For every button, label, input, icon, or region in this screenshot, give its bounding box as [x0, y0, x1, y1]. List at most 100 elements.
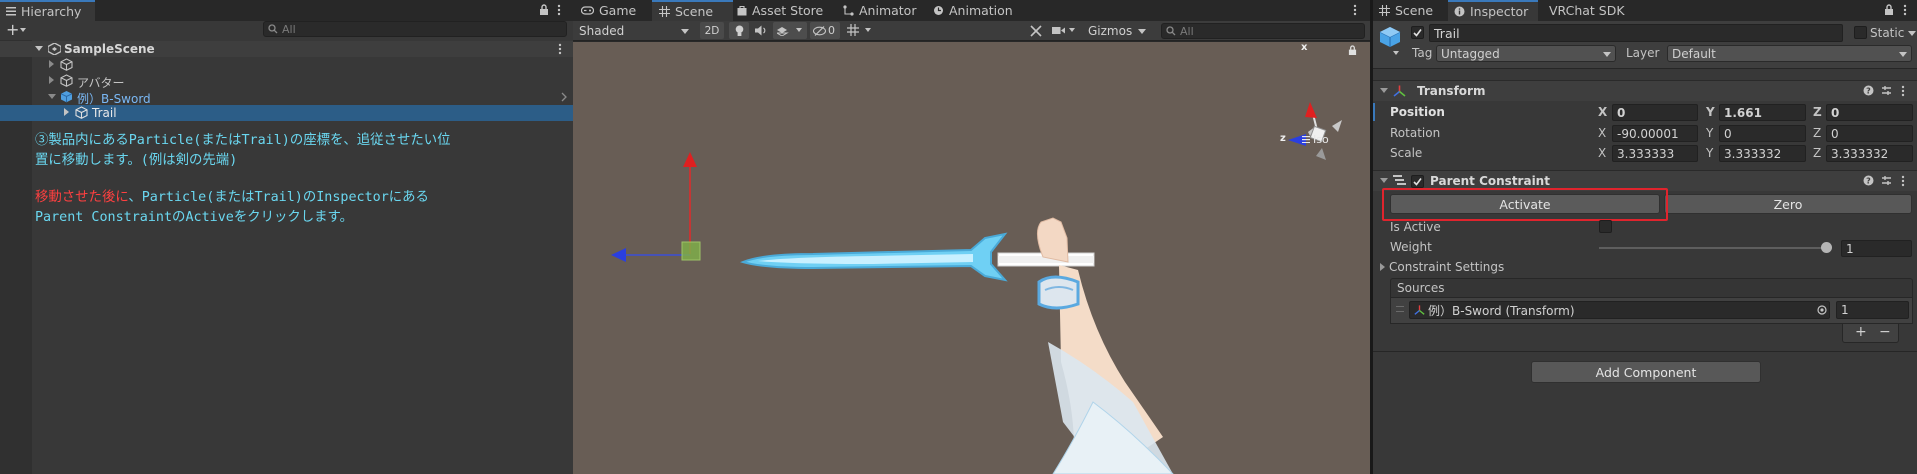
more-menu-icon[interactable] — [1901, 85, 1905, 97]
rotation-y-field[interactable]: 0 — [1719, 125, 1806, 142]
weight-slider[interactable] — [1599, 242, 1832, 253]
lighting-toggle[interactable] — [729, 22, 749, 39]
audio-toggle[interactable] — [751, 22, 771, 39]
tab-scene-right[interactable]: Scene — [1379, 0, 1433, 21]
instruction-line-3: 移動させた後に、Particle(またはTrail)のInspectorにある — [35, 188, 429, 208]
more-menu-icon[interactable] — [1353, 4, 1357, 16]
source-drag-handle[interactable] — [1396, 306, 1404, 312]
tab-game[interactable]: Game — [581, 0, 636, 21]
tab-asset-store[interactable]: Asset Store — [737, 0, 823, 21]
hierarchy-tabbar: Hierarchy — [0, 0, 573, 21]
zero-button[interactable]: Zero — [1664, 194, 1912, 214]
hierarchy-item-b-sword[interactable]: 例）B-Sword — [0, 89, 573, 106]
hierarchy-item-empty[interactable] — [0, 57, 573, 73]
position-y-field[interactable]: 1.661 — [1719, 104, 1806, 121]
projection-toggle[interactable]: Iso — [1302, 133, 1329, 146]
scene-viewport[interactable]: x z Iso — [573, 42, 1370, 474]
dropdown-arrow-icon — [865, 28, 871, 32]
shading-mode-label: Shaded — [579, 23, 625, 38]
weight-field[interactable]: 1 — [1841, 240, 1912, 257]
tab-hierarchy-label: Hierarchy — [21, 4, 82, 19]
object-name-field[interactable]: Trail — [1429, 24, 1843, 42]
source-weight-field[interactable]: 1 — [1836, 301, 1909, 319]
rotation-label: Rotation — [1390, 126, 1441, 140]
transform-header[interactable]: Transform ? — [1373, 80, 1917, 101]
inspector-tabbar: Scene Inspector VRChat SDK — [1373, 0, 1917, 21]
scale-y-field[interactable]: 3.333332 — [1719, 145, 1806, 162]
camera-dropdown[interactable] — [1050, 22, 1080, 39]
hierarchy-add-button[interactable]: + — [6, 20, 32, 39]
tab-animation[interactable]: Animation — [933, 0, 1013, 21]
effects-dropdown[interactable] — [773, 22, 807, 39]
scale-x-value: 3.333333 — [1617, 146, 1675, 161]
source-name: 例）B-Sword (Transform) — [1428, 303, 1575, 318]
add-component-button[interactable]: Add Component — [1531, 361, 1761, 383]
more-menu-icon[interactable] — [1903, 4, 1907, 16]
static-dropdown[interactable]: Static — [1870, 24, 1917, 42]
rotation-x-field[interactable]: -90.00001 — [1612, 125, 1698, 142]
tab-vrchat-sdk[interactable]: VRChat SDK — [1549, 0, 1625, 21]
scene-row[interactable]: SampleScene — [0, 41, 573, 57]
source-object-field[interactable]: 例）B-Sword (Transform) — [1409, 301, 1830, 319]
expand-arrow-icon — [35, 46, 43, 51]
icon-dropdown-arrow-icon[interactable] — [1393, 51, 1399, 55]
help-icon[interactable]: ? — [1863, 175, 1874, 186]
tools-button[interactable] — [1026, 22, 1046, 39]
lock-icon[interactable] — [539, 4, 549, 16]
collapsed-arrow-icon — [49, 60, 54, 68]
is-active-label: Is Active — [1390, 220, 1441, 234]
position-x-field[interactable]: 0 — [1612, 104, 1698, 121]
dropdown-arrow-icon — [681, 29, 689, 34]
preset-icon[interactable] — [1881, 85, 1892, 96]
position-y-axis: Y — [1706, 105, 1715, 119]
preset-icon[interactable] — [1881, 175, 1892, 186]
scale-x-field[interactable]: 3.333333 — [1612, 145, 1698, 162]
scene-more-icon[interactable] — [558, 43, 562, 55]
is-active-checkbox[interactable] — [1599, 220, 1612, 233]
toggle-2d-button[interactable]: 2D — [700, 22, 724, 39]
tab-animation-label: Animation — [949, 3, 1013, 18]
effects-icon — [777, 25, 790, 36]
orientation-gizmo — [1288, 102, 1342, 160]
constraint-enabled-checkbox[interactable] — [1411, 175, 1424, 188]
active-checkbox[interactable] — [1411, 26, 1424, 39]
more-menu-icon[interactable] — [557, 4, 561, 16]
add-source-button[interactable]: + — [1855, 324, 1867, 340]
rotation-x-axis: X — [1598, 126, 1607, 140]
scale-y-axis: Y — [1706, 146, 1714, 160]
speaker-icon — [755, 25, 767, 36]
grid-snap-dropdown[interactable] — [843, 22, 877, 39]
position-z-field[interactable]: 0 — [1826, 104, 1913, 121]
position-z-axis: Z — [1813, 105, 1822, 119]
help-icon[interactable]: ? — [1863, 85, 1874, 96]
layer-dropdown[interactable]: Default — [1667, 45, 1912, 62]
tab-animator[interactable]: Animator — [843, 0, 916, 21]
scale-z-field[interactable]: 3.333332 — [1826, 145, 1913, 162]
rotation-z-field[interactable]: 0 — [1826, 125, 1913, 142]
remove-source-button[interactable]: − — [1879, 324, 1891, 340]
hierarchy-item-trail[interactable]: Trail — [0, 105, 573, 121]
weight-slider-thumb[interactable] — [1820, 242, 1832, 253]
lock-icon[interactable] — [1348, 45, 1357, 56]
sources-label: Sources — [1397, 281, 1445, 295]
static-checkbox[interactable] — [1854, 26, 1867, 39]
hidden-objects-toggle[interactable]: 0 — [810, 22, 840, 39]
shading-mode-dropdown[interactable]: Shaded — [573, 21, 694, 40]
more-menu-icon[interactable] — [1901, 175, 1905, 187]
tab-hierarchy[interactable]: Hierarchy — [0, 0, 95, 21]
lock-icon[interactable] — [1884, 4, 1894, 16]
rotation-y-value: 0 — [1724, 126, 1732, 141]
tab-scene-right-label: Scene — [1395, 3, 1434, 18]
hierarchy-item-avatar[interactable]: アバター — [0, 73, 573, 90]
scene-search-input[interactable]: All — [1161, 23, 1365, 39]
hierarchy-search-input[interactable]: All — [263, 21, 567, 37]
object-picker-icon[interactable] — [1817, 305, 1827, 315]
gizmos-dropdown[interactable]: Gizmos — [1084, 21, 1148, 40]
wrench-icon — [1030, 24, 1042, 37]
dropdown-arrow-icon — [20, 28, 26, 32]
gizmo-z-label: z — [1280, 133, 1286, 144]
tab-inspector[interactable]: Inspector — [1448, 0, 1538, 21]
tag-dropdown[interactable]: Untagged — [1436, 45, 1616, 62]
chevron-right-icon[interactable] — [561, 92, 567, 102]
tab-scene[interactable]: Scene — [652, 0, 733, 21]
